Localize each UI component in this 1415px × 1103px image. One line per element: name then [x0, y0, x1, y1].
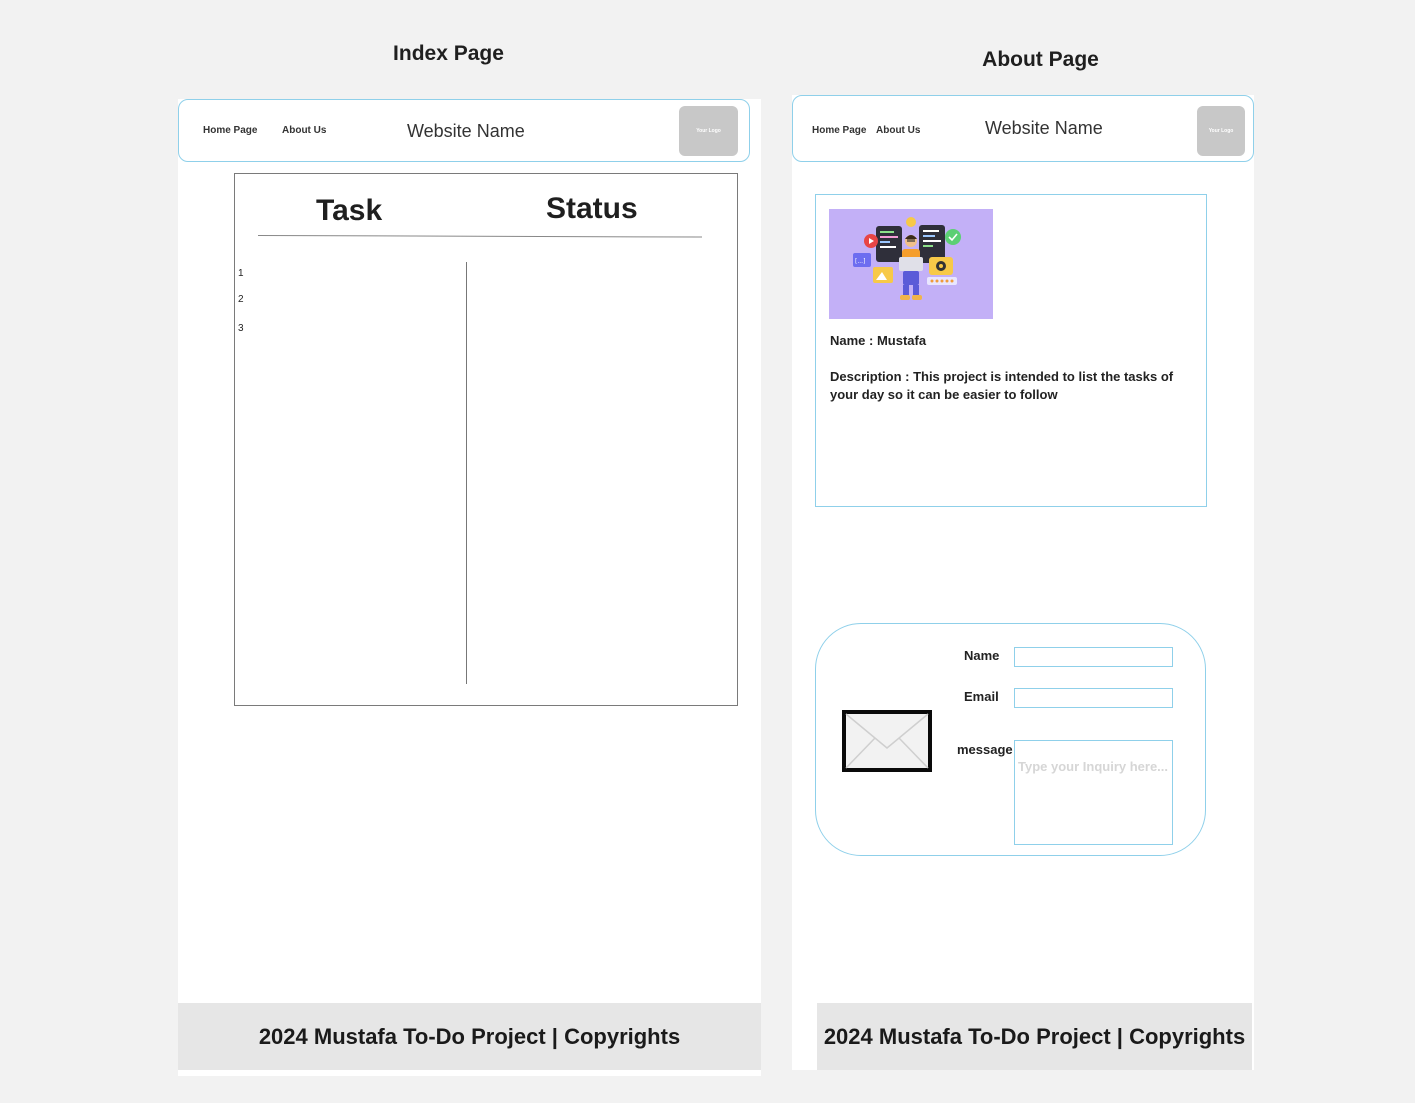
index-page-title: Index Page: [393, 42, 504, 65]
profile-name: Name : Mustafa: [830, 333, 927, 348]
nav-about-link[interactable]: About Us: [876, 125, 920, 136]
about-navbar: Home Page About Us Website Name Your Log…: [792, 95, 1254, 162]
row-number: 1: [238, 268, 244, 279]
name-input[interactable]: [1014, 647, 1173, 667]
logo[interactable]: Your Logo: [679, 106, 738, 156]
about-profile-card: [...] Name : Mustafa Description : This …: [815, 194, 1207, 507]
logo[interactable]: Your Logo: [1197, 106, 1245, 156]
status-column-header: Status: [546, 192, 638, 225]
nav-home-link[interactable]: Home Page: [812, 125, 866, 136]
task-table: Task Status 1 2 3: [234, 173, 738, 706]
developer-illustration: [...]: [829, 209, 993, 319]
nav-about-link[interactable]: About Us: [282, 125, 326, 136]
message-label: message: [957, 742, 1013, 757]
index-footer: 2024 Mustafa To-Do Project | Copyrights: [178, 1003, 761, 1070]
site-name: Website Name: [407, 121, 525, 141]
header-divider: [257, 235, 702, 238]
row-number: 3: [238, 323, 244, 334]
row-number: 2: [238, 294, 244, 305]
message-textarea[interactable]: [1014, 740, 1173, 845]
site-name: Website Name: [985, 118, 1103, 138]
contact-form-card: Name Email message: [815, 623, 1206, 856]
email-label: Email: [964, 689, 999, 704]
column-divider: [466, 262, 467, 684]
name-label: Name: [964, 648, 1000, 663]
svg-text:[...]: [...]: [855, 258, 865, 265]
envelope-icon: [842, 710, 932, 772]
email-input[interactable]: [1014, 688, 1173, 708]
task-column-header: Task: [316, 194, 383, 227]
about-page-title: About Page: [982, 48, 1099, 71]
about-footer: 2024 Mustafa To-Do Project | Copyrights: [817, 1003, 1252, 1070]
profile-description: Description : This project is intended t…: [830, 369, 1174, 402]
nav-home-link[interactable]: Home Page: [203, 125, 257, 136]
index-navbar: Home Page About Us Website Name Your Log…: [178, 99, 750, 162]
